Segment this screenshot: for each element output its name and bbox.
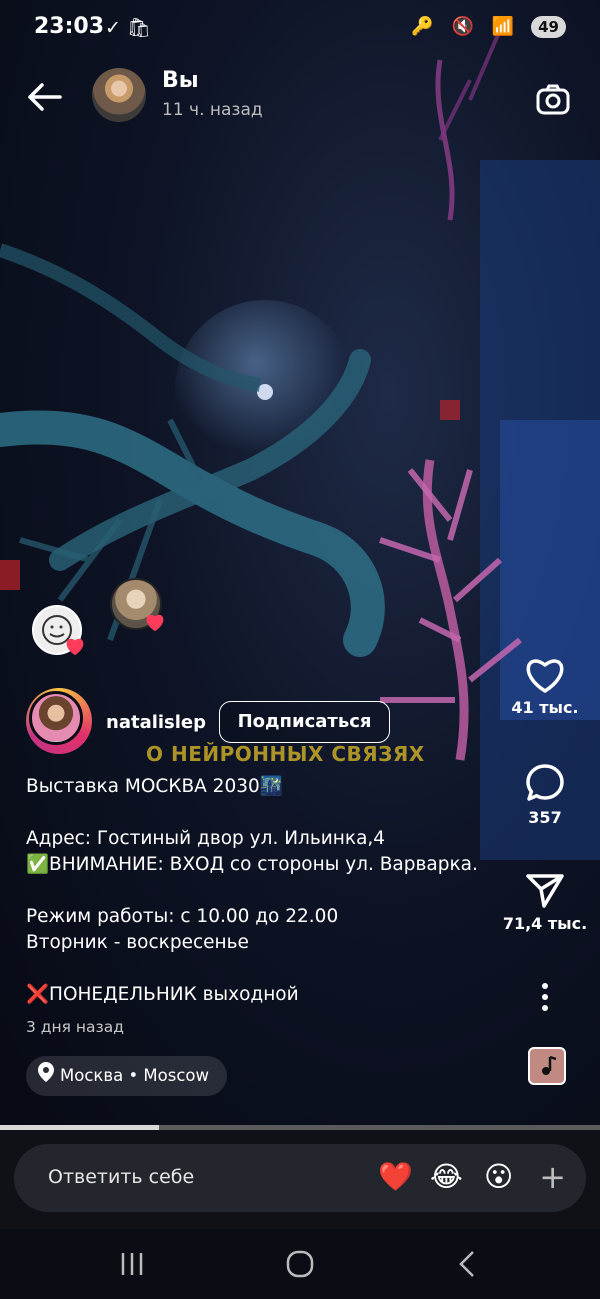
- share-count: 71,4 тыс.: [502, 914, 588, 933]
- comment-count: 357: [528, 808, 562, 827]
- caption-line: Выставка МОСКВА 2030🌃: [26, 776, 283, 797]
- story-timestamp: 11 ч. назад: [162, 100, 263, 120]
- like-count: 41 тыс.: [511, 698, 579, 717]
- heart-reaction-icon: [66, 638, 84, 656]
- laughing-emoji-button[interactable]: 😂: [430, 1160, 463, 1194]
- cross-mark-icon: ❌: [26, 984, 50, 1005]
- post-age: 3 дня назад: [26, 1018, 124, 1036]
- status-bar: 23:03 ✓ 🛍 🔑 🔇 📶 49: [0, 0, 600, 56]
- system-status-icons: 🔑 🔇 📶: [411, 16, 520, 37]
- reply-placeholder: Ответить себе: [48, 1166, 195, 1188]
- surprised-emoji-button[interactable]: 😮: [484, 1160, 513, 1194]
- camera-icon[interactable]: [536, 84, 570, 115]
- location-tag[interactable]: Москва • Moscow: [26, 1056, 228, 1097]
- avatar[interactable]: [26, 688, 92, 754]
- home-icon[interactable]: [283, 1247, 317, 1281]
- music-thumbnail[interactable]: [528, 1047, 566, 1085]
- arrow-left-icon[interactable]: [26, 82, 62, 118]
- more-options-button[interactable]: [490, 982, 600, 1016]
- comment-button[interactable]: 357: [490, 762, 600, 827]
- location-pin-icon: [38, 1057, 54, 1097]
- page-title: Вы: [162, 68, 199, 93]
- heart-icon: [526, 659, 564, 693]
- heart-emoji-button[interactable]: ❤️: [378, 1160, 413, 1194]
- caption-line: Вторник - воскресенье: [26, 932, 249, 953]
- back-nav-icon[interactable]: [451, 1247, 485, 1281]
- recent-apps-icon[interactable]: [115, 1247, 149, 1281]
- share-button[interactable]: 71,4 тыс.: [490, 870, 600, 933]
- add-reaction-button[interactable]: +: [539, 1158, 566, 1196]
- like-button[interactable]: 41 тыс.: [490, 656, 600, 717]
- post-author-row: natalislep Подписаться: [26, 688, 446, 754]
- reply-field[interactable]: Ответить себе ❤️ 😂 😮 +: [14, 1144, 586, 1212]
- heart-reaction-icon: [146, 614, 164, 632]
- status-time: 23:03: [34, 14, 105, 39]
- reply-bar: Ответить себе ❤️ 😂 😮 +: [0, 1130, 600, 1229]
- battery-level: 49: [531, 16, 566, 38]
- username-link[interactable]: natalislep: [106, 712, 206, 733]
- send-icon: [526, 874, 564, 908]
- location-label: Москва • Moscow: [60, 1066, 210, 1085]
- caption-line: Адрес: Гостиный двор ул. Ильинка,4: [26, 828, 386, 849]
- more-vertical-icon: [542, 983, 548, 1011]
- caption-line: ❌ПОНЕДЕЛЬНИК выходной: [26, 984, 299, 1005]
- check-mark-icon: ✅: [26, 854, 50, 875]
- follow-button[interactable]: Подписаться: [219, 701, 390, 743]
- post-caption: Выставка МОСКВА 2030🌃 Адрес: Гостиный дв…: [26, 774, 506, 1008]
- music-note-icon: [542, 1055, 557, 1075]
- caption-line: Режим работы: с 10.00 до 22.00: [26, 906, 339, 927]
- avatar[interactable]: [92, 68, 146, 122]
- comment-icon: [526, 764, 564, 801]
- system-nav-bar: [0, 1229, 600, 1299]
- caption-line: ✅ВНИМАНИЕ: ВХОД со стороны ул. Варварка.: [26, 854, 478, 875]
- notification-icons: ✓ 🛍: [105, 17, 152, 39]
- story-header: Вы 11 ч. назад: [0, 60, 600, 140]
